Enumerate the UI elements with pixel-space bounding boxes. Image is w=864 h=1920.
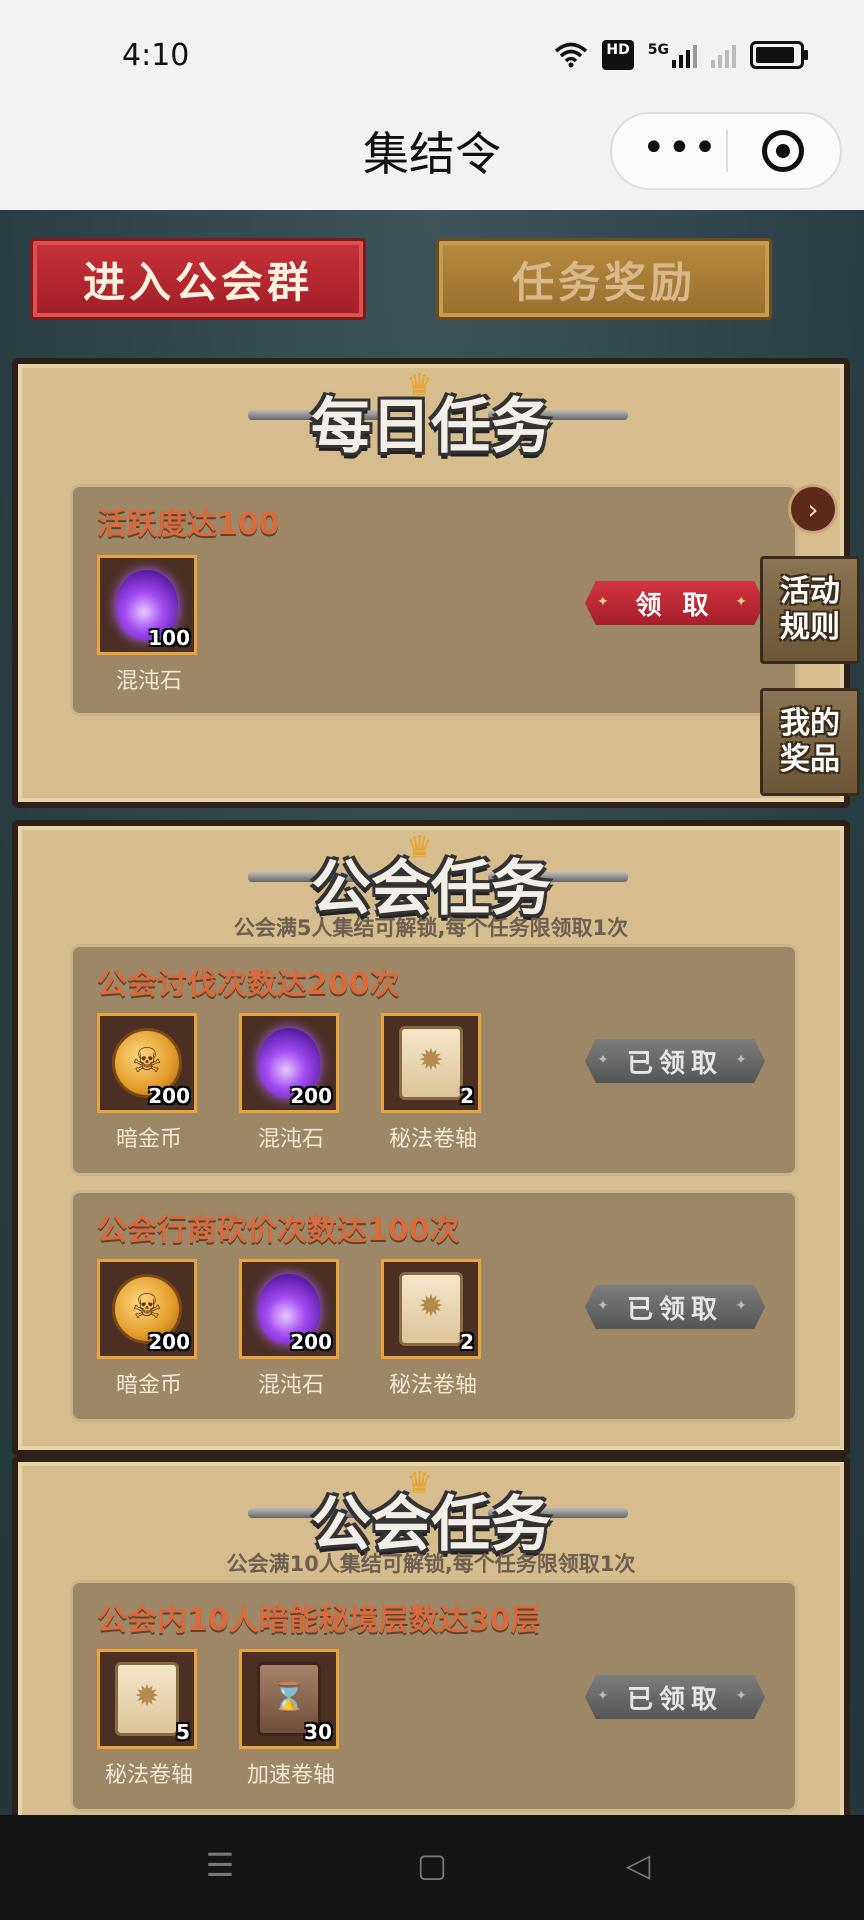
task-title: 公会内10人暗能秘境层数达30层 xyxy=(97,1603,541,1638)
task-card: 活跃度达100 100 混沌石 ✦ 领 取 ✦ xyxy=(70,484,798,716)
reward-item-box: 200 xyxy=(97,1013,197,1113)
wifi-icon xyxy=(554,42,588,68)
reward-item-qty: 200 xyxy=(290,1330,332,1354)
capsule-divider xyxy=(726,130,728,172)
reward-item-box: 2 xyxy=(381,1013,481,1113)
claim-button[interactable]: ✦ 领 取 ✦ xyxy=(585,581,765,625)
reward-item-qty: 200 xyxy=(148,1084,190,1108)
task-title: 公会讨伐次数达200次 xyxy=(97,967,400,1002)
reward-item: 2 秘法卷轴 xyxy=(381,1259,485,1399)
daily-task-title: 每日任务 xyxy=(311,392,551,462)
reward-item-box: 200 xyxy=(239,1013,339,1113)
task-card: 公会内10人暗能秘境层数达30层 5 秘法卷轴 30 加速卷轴 ✦ 已领取 ✦ xyxy=(70,1580,798,1812)
back-triangle-icon[interactable]: ◁ xyxy=(618,1845,658,1885)
claimed-button-label: 已领取 xyxy=(626,1294,723,1325)
reward-item-qty: 200 xyxy=(148,1330,190,1354)
reward-item-qty: 200 xyxy=(290,1084,332,1108)
hd-badge: HD xyxy=(602,40,634,70)
reward-item: 30 加速卷轴 xyxy=(239,1649,343,1789)
task-reward-button[interactable]: 任务奖励 xyxy=(436,238,772,320)
arcane-scroll-icon xyxy=(399,1272,463,1346)
reward-item-name: 混沌石 xyxy=(257,1373,324,1398)
record-target-icon[interactable] xyxy=(762,130,804,172)
reward-item-name: 秘法卷轴 xyxy=(388,1127,477,1152)
claimed-button[interactable]: ✦ 已领取 ✦ xyxy=(585,1675,765,1719)
my-prizes-label: 我的 奖品 xyxy=(780,706,840,777)
task-card: 公会讨伐次数达200次 200 暗金币 200 混沌石 2 xyxy=(70,944,798,1176)
claimed-button[interactable]: ✦ 已领取 ✦ xyxy=(585,1039,765,1083)
reward-item: 200 暗金币 xyxy=(97,1259,201,1399)
more-dots-icon[interactable]: ••• xyxy=(642,128,719,168)
system-nav-bar: ☰ ▢ ◁ xyxy=(0,1815,864,1920)
signal-5g-label: 5G xyxy=(647,42,669,58)
activity-rules-label: 活动 规则 xyxy=(780,574,840,645)
daily-task-panel: ♛ 每日任务 活跃度达100 100 混沌石 ✦ 领 取 ✦ xyxy=(12,358,850,808)
reward-item: 200 暗金币 xyxy=(97,1013,201,1153)
reward-item-qty: 2 xyxy=(460,1084,474,1108)
my-prizes-button[interactable]: 我的 奖品 xyxy=(760,688,860,796)
task-card: 公会行商砍价次数达100次 200 暗金币 200 混沌石 2 xyxy=(70,1190,798,1422)
home-square-icon[interactable]: ▢ xyxy=(412,1845,452,1885)
status-bar: 4:10 HD 5G xyxy=(0,0,864,110)
reward-item-name: 暗金币 xyxy=(115,1373,182,1398)
mini-program-capsule: ••• xyxy=(610,112,842,190)
reward-item-name: 暗金币 xyxy=(115,1127,182,1152)
task-title: 活跃度达100 xyxy=(97,507,280,542)
guild-task-subtitle: 公会满5人集结可解锁,每个任务限领取1次 xyxy=(233,916,629,940)
enter-guild-group-button[interactable]: 进入公会群 xyxy=(30,238,366,320)
reward-item-name: 秘法卷轴 xyxy=(388,1373,477,1398)
guild-task-panel-5: ♛ 公会任务 公会满5人集结可解锁,每个任务限领取1次 公会讨伐次数达200次 … xyxy=(12,820,850,1456)
status-icons: HD 5G xyxy=(554,40,808,70)
reward-item-box: 200 xyxy=(239,1259,339,1359)
claimed-button-label: 已领取 xyxy=(626,1048,723,1079)
reward-item: 5 秘法卷轴 xyxy=(97,1649,201,1789)
reward-item-box: 2 xyxy=(381,1259,481,1359)
reward-item-qty: 100 xyxy=(148,626,190,650)
battery-icon xyxy=(750,41,808,69)
reward-item-name: 秘法卷轴 xyxy=(104,1763,193,1788)
guild-task-subtitle: 公会满10人集结可解锁,每个任务限领取1次 xyxy=(226,1552,636,1576)
task-title: 公会行商砍价次数达100次 xyxy=(97,1213,460,1248)
reward-item-box: 30 xyxy=(239,1649,339,1749)
reward-item-name: 混沌石 xyxy=(257,1127,324,1152)
reward-item-name: 加速卷轴 xyxy=(246,1763,335,1788)
claimed-button[interactable]: ✦ 已领取 ✦ xyxy=(585,1285,765,1329)
reward-item: 2 秘法卷轴 xyxy=(381,1013,485,1153)
activity-rules-button[interactable]: 活动 规则 xyxy=(760,556,860,664)
reward-item: 100 混沌石 xyxy=(97,555,201,695)
reward-item-qty: 5 xyxy=(176,1720,190,1744)
arcane-scroll-icon xyxy=(399,1026,463,1100)
signal-5g-icon: 5G xyxy=(648,42,697,68)
reward-item-box: 100 xyxy=(97,555,197,655)
reward-item-box: 5 xyxy=(97,1649,197,1749)
guild-task-panel-10: ♛ 公会任务 公会满10人集结可解锁,每个任务限领取1次 公会内10人暗能秘境层… xyxy=(12,1456,850,1815)
reward-item: 200 混沌石 xyxy=(239,1259,343,1399)
game-area: 进入公会群 任务奖励 ♛ 每日任务 活跃度达100 100 混沌石 ✦ 领 取 … xyxy=(0,210,864,1815)
status-time: 4:10 xyxy=(122,38,190,73)
reward-item-qty: 30 xyxy=(304,1720,332,1744)
reward-item-qty: 2 xyxy=(460,1330,474,1354)
reward-item: 200 混沌石 xyxy=(239,1013,343,1153)
claim-button-label: 领 取 xyxy=(635,590,715,621)
chevron-right-icon[interactable]: › xyxy=(788,484,838,534)
arcane-scroll-icon xyxy=(115,1662,179,1736)
reward-item-name: 混沌石 xyxy=(115,669,182,694)
claimed-button-label: 已领取 xyxy=(626,1684,723,1715)
signal-empty-icon xyxy=(711,42,736,68)
reward-item-box: 200 xyxy=(97,1259,197,1359)
menu-icon[interactable]: ☰ xyxy=(200,1845,240,1885)
